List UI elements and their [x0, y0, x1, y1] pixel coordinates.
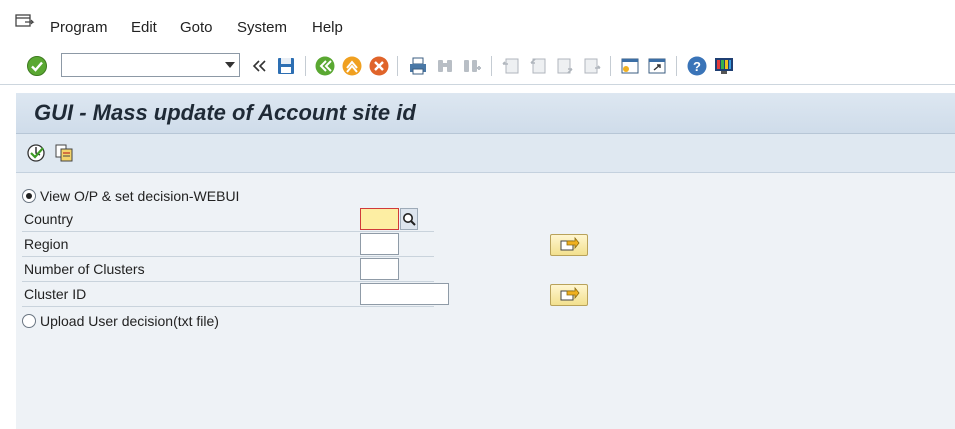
radio-upload-decision[interactable]: Upload User decision(txt file): [22, 311, 219, 331]
country-value-help-button[interactable]: [400, 208, 418, 230]
menu-help[interactable]: Help: [312, 19, 343, 36]
enter-checkmark-icon[interactable]: [26, 55, 48, 77]
toolbar-separator: [305, 56, 306, 76]
svg-text:?: ?: [693, 59, 701, 74]
toolbar-separator: [676, 56, 677, 76]
region-input[interactable]: [361, 234, 398, 254]
menu-bar: Program Edit Goto System Help: [0, 0, 955, 47]
exit-icon[interactable]: [341, 55, 363, 77]
radio-upload-decision-label: Upload User decision(txt file): [40, 313, 219, 329]
first-page-icon: [502, 58, 519, 74]
radio-button-selected[interactable]: [22, 189, 36, 203]
back-icon[interactable]: [314, 55, 336, 77]
print-icon[interactable]: [407, 55, 429, 77]
command-field[interactable]: [61, 53, 240, 77]
last-page-icon: [584, 58, 601, 74]
next-page-icon: [557, 58, 573, 74]
shortcut-icon[interactable]: [646, 55, 668, 77]
search-icon: [403, 213, 416, 226]
selection-screen: View O/P & set decision-WEBUI Country Re…: [16, 173, 955, 429]
menu-goto[interactable]: Goto: [180, 19, 213, 36]
title-bar: GUI - Mass update of Account site id: [16, 93, 955, 134]
get-variant-icon[interactable]: [54, 143, 74, 163]
radio-view-output-label: View O/P & set decision-WEBUI: [40, 188, 240, 204]
help-icon[interactable]: ?: [686, 55, 708, 77]
cancel-icon[interactable]: [368, 55, 390, 77]
standard-toolbar: ?: [0, 46, 955, 85]
region-field[interactable]: [360, 233, 399, 255]
previous-page-icon: [530, 58, 546, 74]
system-menu-icon[interactable]: [14, 13, 36, 31]
region-multiple-selection-button[interactable]: [550, 234, 588, 256]
radio-button-unselected[interactable]: [22, 314, 36, 328]
country-label: Country: [24, 211, 74, 227]
number-of-clusters-field[interactable]: [360, 258, 399, 280]
find-icon: [438, 60, 452, 72]
page-title: GUI - Mass update of Account site id: [34, 100, 416, 125]
menu-edit[interactable]: Edit: [131, 19, 157, 36]
collapse-toolbar-icon[interactable]: [249, 55, 271, 77]
find-next-icon: [464, 60, 481, 72]
new-session-icon[interactable]: [619, 55, 641, 77]
menu-program[interactable]: Program: [50, 19, 108, 36]
country-field[interactable]: [360, 208, 399, 230]
cluster-id-multiple-selection-button[interactable]: [550, 284, 588, 306]
multiple-selection-arrow-icon: [560, 286, 580, 301]
country-input[interactable]: [361, 209, 398, 229]
application-toolbar: [16, 134, 955, 173]
execute-icon[interactable]: [26, 143, 46, 163]
cluster-id-input[interactable]: [361, 284, 448, 304]
toolbar-separator: [491, 56, 492, 76]
cluster-id-label: Cluster ID: [24, 286, 87, 302]
customize-layout-icon[interactable]: [713, 55, 735, 77]
number-of-clusters-input[interactable]: [361, 259, 398, 279]
region-label: Region: [24, 236, 69, 252]
number-of-clusters-label: Number of Clusters: [24, 261, 145, 277]
multiple-selection-arrow-icon: [560, 236, 580, 251]
cluster-id-field[interactable]: [360, 283, 449, 305]
command-input[interactable]: [66, 55, 220, 77]
radio-view-output[interactable]: View O/P & set decision-WEBUI: [22, 186, 239, 206]
toolbar-separator: [610, 56, 611, 76]
chevron-down-icon[interactable]: [225, 62, 235, 68]
save-icon[interactable]: [275, 55, 297, 77]
menu-system[interactable]: System: [237, 19, 287, 36]
toolbar-separator: [397, 56, 398, 76]
